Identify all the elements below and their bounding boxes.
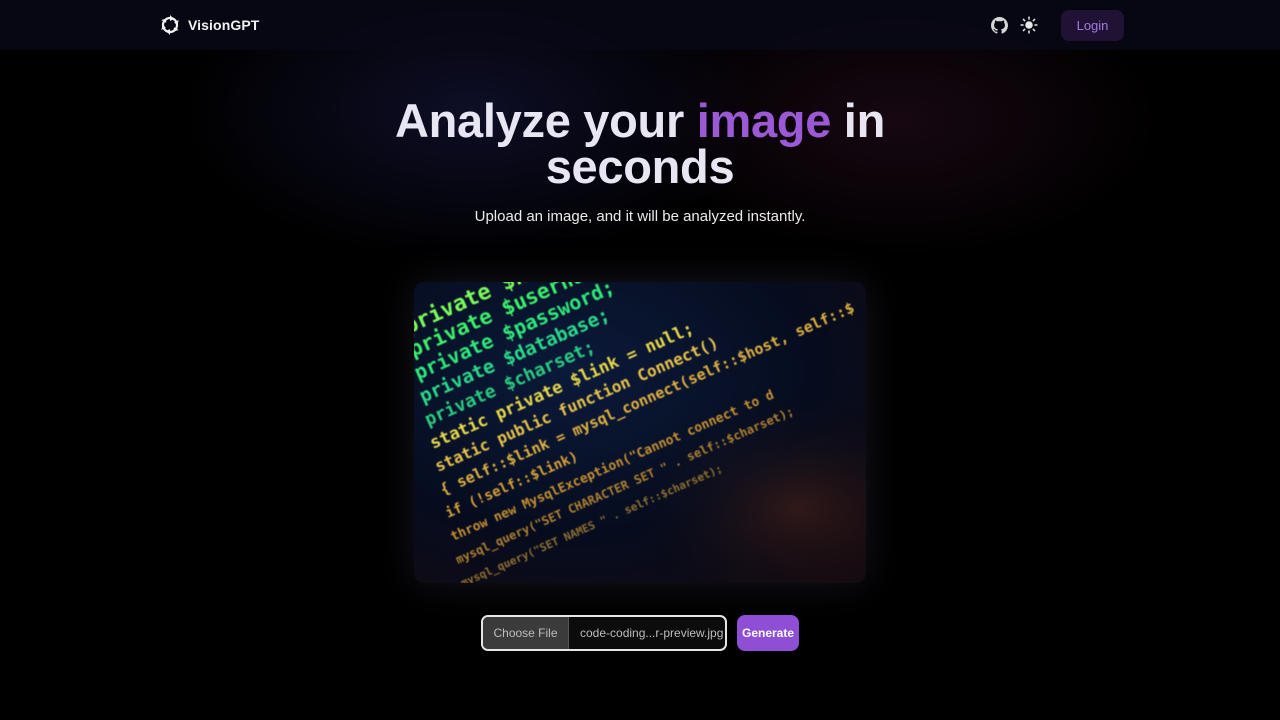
github-icon: [990, 16, 1008, 34]
hero-section: Analyze your image in seconds Upload an …: [0, 97, 1280, 225]
brand-name: VisionGPT: [188, 17, 260, 33]
hero-title: Analyze your image in seconds: [0, 97, 1280, 193]
brand-link[interactable]: VisionGPT: [158, 13, 259, 37]
hero-title-part2: in: [831, 94, 885, 147]
sun-icon: [1020, 16, 1038, 34]
login-button[interactable]: Login: [1061, 9, 1124, 41]
nav-actions: Login: [989, 9, 1124, 41]
navbar: VisionGPT Login: [0, 0, 1280, 50]
choose-file-button[interactable]: Choose File: [483, 617, 569, 649]
file-input[interactable]: Choose File code-coding...r-preview.jpg: [481, 615, 727, 651]
code-screenshot-image: private $host;private $username;private …: [414, 282, 866, 583]
generate-button[interactable]: Generate: [737, 615, 799, 651]
upload-row: Choose File code-coding...r-preview.jpg …: [481, 615, 799, 651]
hero-title-line2: seconds: [545, 140, 735, 193]
aperture-logo-icon: [161, 15, 179, 35]
hero-subtitle: Upload an image, and it will be analyzed…: [474, 208, 806, 225]
navbar-inner: VisionGPT Login: [158, 0, 1124, 50]
selected-file-name: code-coding...r-preview.jpg: [580, 626, 724, 640]
github-link[interactable]: [989, 15, 1009, 35]
image-preview: private $host;private $username;private …: [414, 282, 866, 583]
theme-toggle-button[interactable]: [1019, 15, 1039, 35]
